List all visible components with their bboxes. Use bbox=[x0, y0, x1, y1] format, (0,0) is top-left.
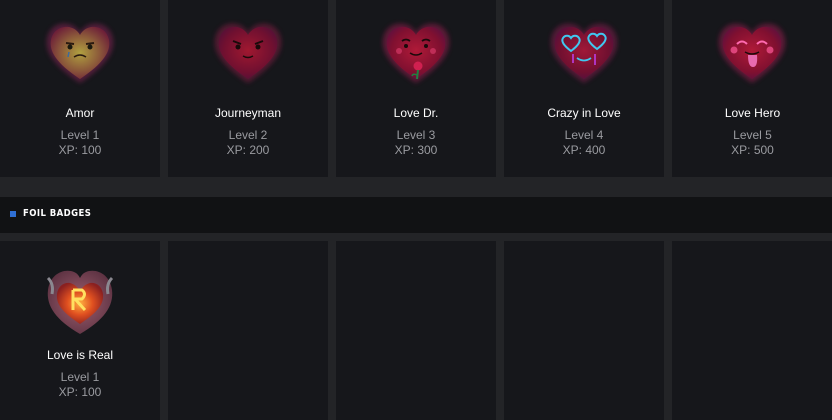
badge-level: Level 1 bbox=[60, 370, 100, 384]
journeyman-heart-icon bbox=[214, 23, 282, 84]
badge-name: Amor bbox=[65, 106, 95, 120]
crazy-in-love-heart-icon bbox=[550, 23, 618, 84]
badge-card-love-dr[interactable]: Love Dr. Level 3 XP: 300 bbox=[336, 0, 496, 177]
empty-badge-slot bbox=[168, 241, 328, 420]
empty-badge-slot bbox=[672, 241, 832, 420]
badge-xp: XP: 500 bbox=[731, 143, 774, 157]
section-marker-icon bbox=[10, 211, 16, 217]
empty-badge-slot bbox=[336, 241, 496, 420]
badge-card-crazy-in-love[interactable]: Crazy in Love Level 4 XP: 400 bbox=[504, 0, 664, 177]
section-title: FOIL BADGES bbox=[23, 208, 92, 219]
badge-level: Level 3 bbox=[396, 128, 436, 142]
badge-level: Level 1 bbox=[60, 128, 100, 142]
badge-xp: XP: 300 bbox=[394, 143, 438, 157]
badge-card-journeyman[interactable]: Journeyman Level 2 XP: 200 bbox=[168, 0, 328, 177]
badge-xp: XP: 400 bbox=[562, 143, 606, 157]
badge-name: Love Dr. bbox=[393, 106, 439, 120]
badge-card-amor[interactable]: Amor Level 1 XP: 100 bbox=[0, 0, 160, 177]
badge-card-love-is-real[interactable]: Love is Real Level 1 XP: 100 bbox=[0, 241, 160, 420]
foil-badge-row: Love is Real Level 1 XP: 100 bbox=[0, 241, 832, 420]
love-dr-heart-icon bbox=[382, 23, 450, 84]
badge-level: Level 4 bbox=[564, 128, 604, 142]
badge-level: Level 2 bbox=[228, 128, 268, 142]
badge-xp: XP: 100 bbox=[58, 385, 102, 399]
empty-badge-slot bbox=[504, 241, 664, 420]
badge-xp: XP: 200 bbox=[226, 143, 270, 157]
badge-card-love-hero[interactable]: Love Hero Level 5 XP: 500 bbox=[672, 0, 832, 177]
badge-level: Level 5 bbox=[733, 128, 772, 142]
badge-name: Love Hero bbox=[724, 106, 781, 120]
amor-heart-icon bbox=[46, 23, 114, 84]
badge-name: Love is Real bbox=[46, 348, 114, 362]
love-is-real-foil-heart-icon bbox=[46, 270, 114, 334]
badge-xp: XP: 100 bbox=[58, 143, 102, 157]
badge-page: Amor Level 1 XP: 100 Journeyman Level 2 … bbox=[0, 0, 832, 420]
badge-name: Crazy in Love bbox=[547, 106, 621, 120]
badge-row: Amor Level 1 XP: 100 Journeyman Level 2 … bbox=[0, 0, 832, 177]
foil-badges-header: FOIL BADGES bbox=[0, 197, 832, 233]
love-hero-heart-icon bbox=[718, 23, 786, 84]
badge-name: Journeyman bbox=[214, 106, 282, 120]
